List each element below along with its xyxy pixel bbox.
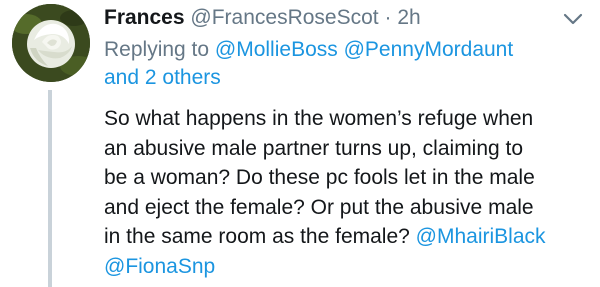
- mention-fionasnp[interactable]: @FionaSnp: [104, 255, 215, 278]
- tweet-line: So what happens in the women’s refuge wh…: [104, 107, 534, 130]
- tweet-header: Frances @FrancesRoseScot · 2h: [104, 0, 574, 36]
- author-handle[interactable]: @FrancesRoseScot: [190, 6, 378, 29]
- tweet: Frances @FrancesRoseScot · 2h Replying t…: [0, 0, 600, 287]
- and-others-link[interactable]: and 2 others: [104, 66, 221, 89]
- tweet-line: in the same room as the female?: [104, 225, 410, 248]
- timestamp[interactable]: 2h: [397, 6, 420, 29]
- tweet-line: be a woman? Do these pc fools let in the…: [104, 166, 535, 189]
- tweet-line: an abusive male partner turns up, claimi…: [104, 136, 524, 160]
- replying-prefix: Replying to: [104, 38, 210, 61]
- tweet-content: Frances @FrancesRoseScot · 2h Replying t…: [104, 0, 574, 281]
- tweet-text: So what happens in the women’s refuge wh…: [104, 104, 574, 281]
- mention-pennymordaunt[interactable]: @PennyMordaunt: [344, 38, 514, 61]
- replying-to: Replying to @MollieBoss @PennyMordaunt a…: [104, 36, 574, 92]
- tweet-line: and eject the female? Or put the abusive…: [104, 195, 534, 219]
- avatar[interactable]: [12, 4, 90, 82]
- separator: ·: [384, 6, 392, 29]
- thread-line: [48, 90, 52, 287]
- author-name[interactable]: Frances: [104, 6, 185, 29]
- mention-mhairiblack[interactable]: @MhairiBlack: [416, 225, 546, 248]
- white-rose-avatar-icon: [12, 4, 90, 82]
- mention-mollieboss[interactable]: @MollieBoss: [215, 38, 338, 61]
- chevron-down-icon[interactable]: [562, 8, 584, 30]
